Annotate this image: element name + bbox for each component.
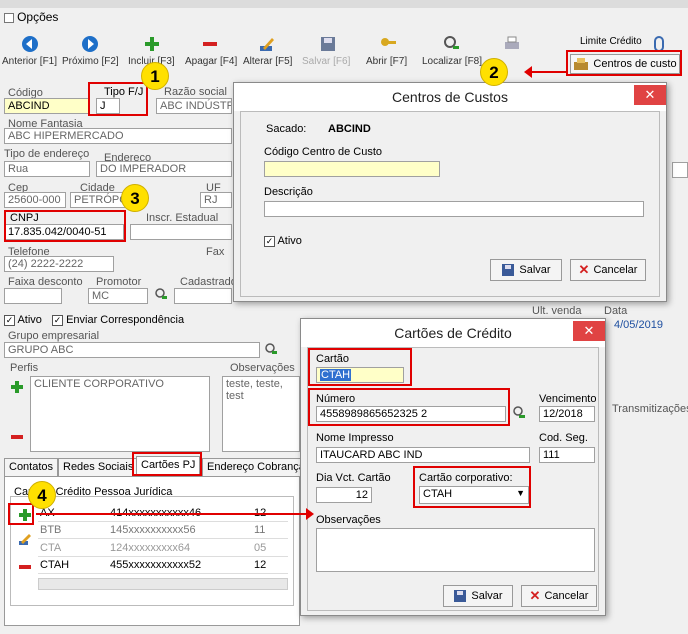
step-badge-3: 3: [121, 184, 149, 212]
step-badge-2: 2: [480, 58, 508, 86]
step-badge-1: 1: [141, 62, 169, 90]
connector-arrows: [36, 66, 568, 520]
step-badge-4: 4: [28, 481, 56, 509]
